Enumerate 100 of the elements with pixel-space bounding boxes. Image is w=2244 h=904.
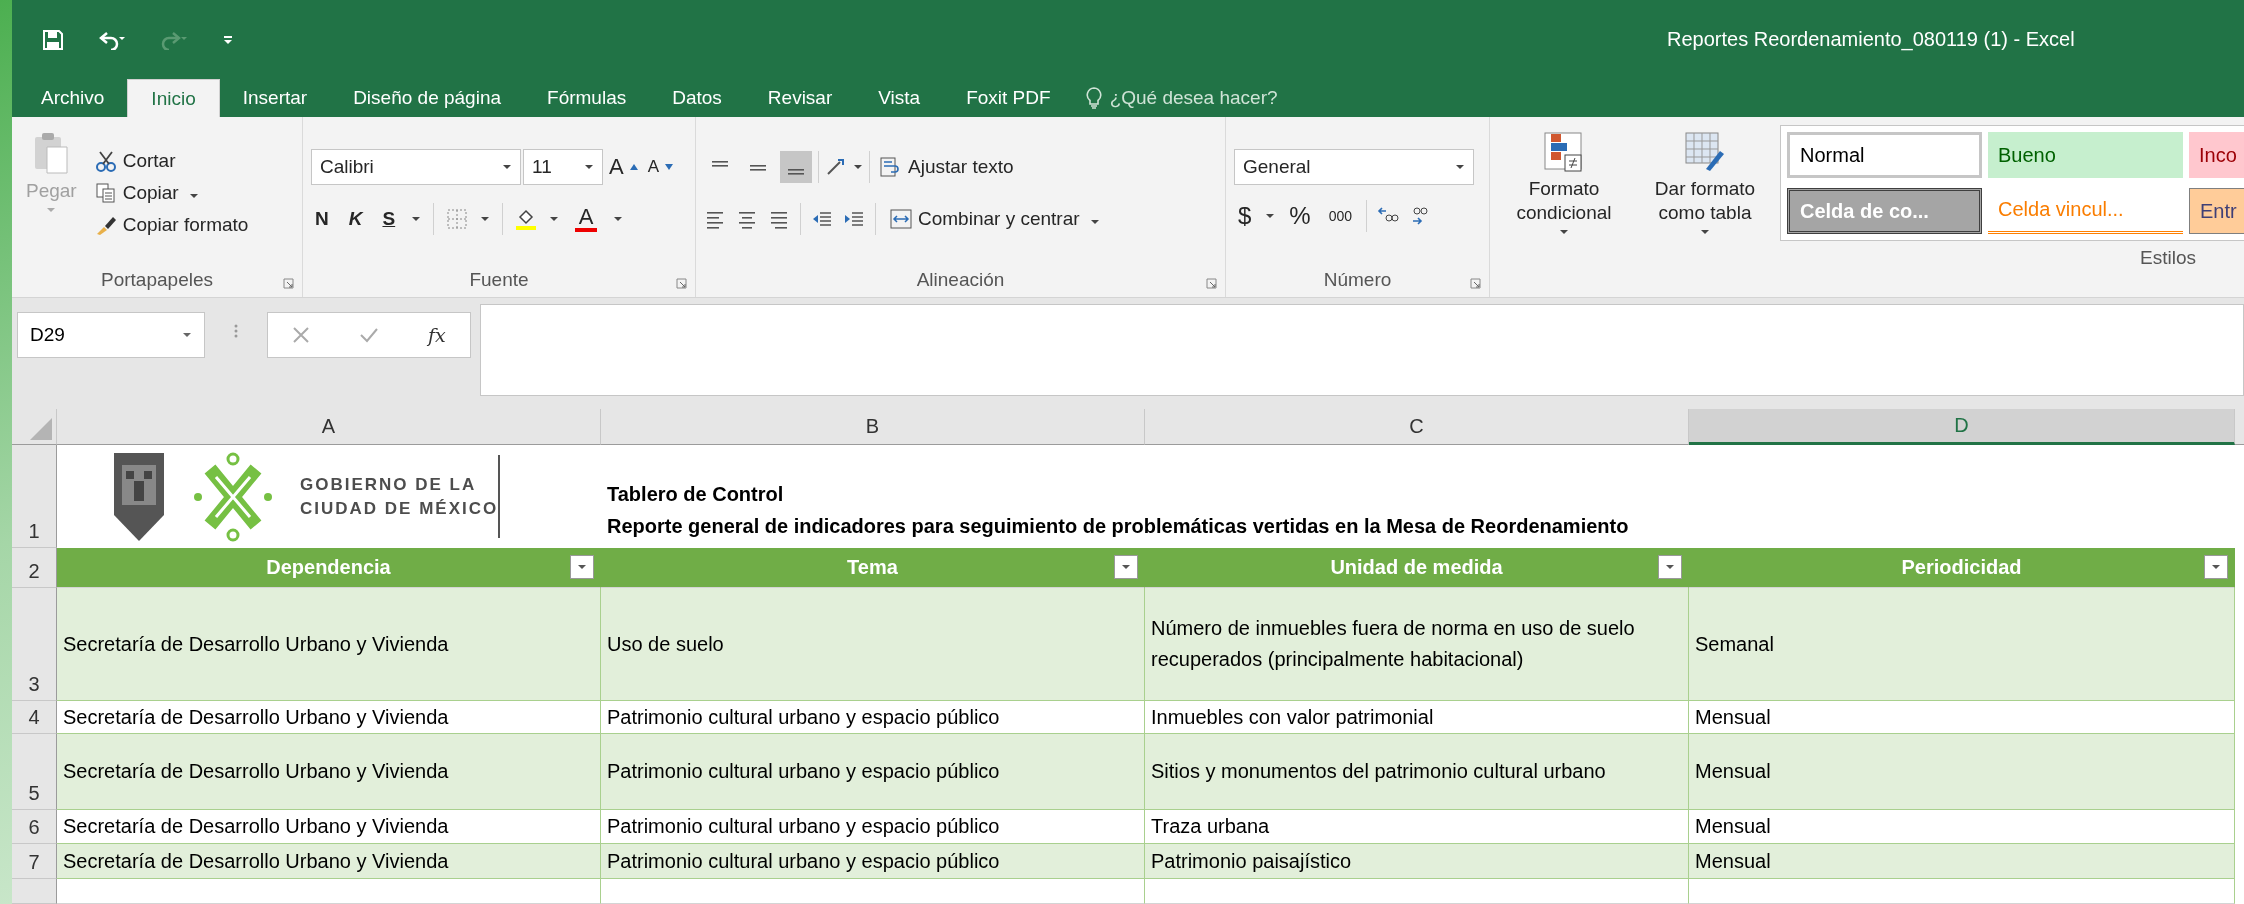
caret-icon [502, 164, 512, 170]
bold-button[interactable]: N [311, 206, 333, 232]
table-cell: Secretaría de Desarrollo Urbano y Vivienda [57, 701, 601, 734]
color-bar-icon [575, 228, 598, 232]
filter-button[interactable] [1114, 555, 1138, 579]
caret-icon [584, 164, 594, 170]
italic-button[interactable]: K [344, 206, 367, 232]
ribbon-tab[interactable]: Revisar [744, 79, 856, 117]
wrap-text-icon [880, 156, 902, 178]
caret-icon [2211, 564, 2221, 570]
undo-icon[interactable] [98, 29, 126, 50]
up-arrow-icon [629, 164, 638, 170]
caret-icon [1455, 164, 1465, 170]
grow-font-button[interactable]: A [605, 152, 642, 182]
column-header[interactable]: A [57, 409, 601, 445]
save-icon[interactable] [42, 28, 64, 51]
dialog-launcher-icon[interactable] [1470, 278, 1481, 289]
copy-icon [94, 182, 117, 204]
wrap-text-button[interactable]: Ajustar texto [876, 154, 1018, 180]
dialog-launcher-icon[interactable] [676, 278, 687, 289]
row-header[interactable]: 2 [12, 548, 57, 588]
report-title: Reporte general de indicadores para seguimiento de problemáticas vertidas en la Mesa de Reordenamiento [607, 514, 1630, 539]
table-header: Dependencia [57, 548, 601, 588]
table-header: Tema [601, 548, 1145, 588]
table-cell: Patrimonio cultural urbano y espacio público [601, 701, 1145, 734]
caret-icon [1559, 228, 1569, 235]
table-cell: Patrimonio cultural urbano y espacio público [601, 734, 1145, 810]
align-bottom-icon[interactable] [780, 151, 812, 183]
group-label: Estilos [2140, 247, 2196, 269]
underline-button[interactable]: S [378, 206, 400, 232]
font-color-button[interactable]: A [571, 204, 602, 234]
caret-icon [577, 564, 587, 570]
cut-button[interactable]: Cortar [90, 148, 253, 174]
group-label: Portapapeles [101, 269, 213, 291]
font-name-field[interactable]: Calibri [311, 149, 521, 185]
row-header[interactable]: 3 [12, 588, 57, 701]
caret-icon [480, 216, 491, 222]
filter-button[interactable] [1658, 555, 1682, 579]
table-cell: Secretaría de Desarrollo Urbano y Vivienda [57, 734, 601, 810]
row-header[interactable]: 5 [12, 734, 57, 810]
column-header[interactable]: C [1145, 409, 1689, 445]
filter-button[interactable] [2204, 555, 2228, 579]
format-as-table-button[interactable]: Dar formato como tabla [1634, 123, 1776, 297]
table-cell: Mensual [1689, 734, 2235, 810]
borders-icon [446, 208, 469, 230]
row-header[interactable]: 6 [12, 810, 57, 844]
filter-button[interactable] [570, 555, 594, 579]
table-paintbrush-icon [1684, 131, 1726, 173]
check-icon[interactable] [359, 327, 380, 343]
cell-style[interactable]: Normal [1787, 132, 1982, 178]
copy-button[interactable]: Copiar [90, 180, 253, 206]
tell-me-field[interactable]: ¿Qué desea hacer? [1109, 87, 1278, 109]
row-header[interactable]: 1 [12, 445, 57, 548]
cell-style[interactable]: Entr [2189, 188, 2244, 234]
caret-icon [1665, 564, 1675, 570]
cell-style[interactable]: Inco [2189, 132, 2244, 178]
group-label: Número [1323, 269, 1392, 291]
ribbon-tab[interactable]: Archivo [18, 79, 128, 117]
row-header[interactable] [12, 879, 57, 904]
number-format-field[interactable]: General [1234, 149, 1474, 185]
shrink-font-button[interactable]: A [643, 155, 678, 179]
name-box[interactable]: D29 [17, 312, 205, 358]
lightbulb-icon [1085, 87, 1102, 109]
caret-icon [182, 332, 192, 338]
row-header[interactable]: 4 [12, 701, 57, 734]
cell-style[interactable]: Bueno [1988, 132, 2183, 178]
customize-toolbar-icon[interactable] [222, 33, 234, 46]
table-cell: Secretaría de Desarrollo Urbano y Vivienda [57, 588, 601, 701]
caret-icon [411, 216, 422, 222]
column-header[interactable]: B [601, 409, 1145, 445]
ribbon-tab[interactable]: Fórmulas [524, 79, 650, 117]
caret-icon [1121, 564, 1131, 570]
percent-button[interactable]: % [1285, 200, 1315, 232]
currency-button[interactable]: $ [1234, 200, 1256, 232]
ribbon-tab[interactable]: Insertar [219, 79, 331, 117]
table-cell: Mensual [1689, 810, 2235, 844]
thousands-button[interactable]: 000 [1324, 206, 1357, 226]
insert-function-button[interactable]: fx [427, 324, 446, 346]
dialog-launcher-icon[interactable] [1206, 278, 1217, 289]
ribbon-tab[interactable]: Vista [855, 79, 944, 117]
caret-icon [549, 216, 560, 222]
formula-input[interactable] [480, 304, 2244, 396]
dialog-launcher-icon[interactable] [283, 278, 294, 289]
conditional-format-button[interactable]: Formato condicional [1498, 123, 1630, 297]
drag-handle-icon[interactable] [234, 324, 238, 338]
row-header[interactable]: 7 [12, 844, 57, 879]
ribbon-tab[interactable]: Inicio [127, 79, 220, 117]
ribbon-tab[interactable]: Datos [649, 79, 745, 117]
ribbon-tab[interactable]: Foxit PDF [943, 79, 1074, 117]
font-size-field[interactable]: 11 [523, 149, 603, 185]
ribbon-tab[interactable]: Diseño de página [330, 79, 525, 117]
column-header[interactable] [2235, 409, 2244, 445]
column-header[interactable]: D [1689, 409, 2235, 445]
merge-center-button[interactable]: Combinar y centrar [886, 206, 1104, 232]
window-title: Reportes Reordenamiento_080119 (1) - Excel [1666, 28, 2076, 51]
table-cell: Secretaría de Desarrollo Urbano y Vivienda [57, 844, 601, 879]
table-cell: Semanal [1689, 588, 2235, 701]
caret-icon [188, 193, 199, 199]
cancel-icon[interactable] [292, 326, 311, 344]
format-painter-button[interactable]: Copiar formato [90, 212, 253, 238]
